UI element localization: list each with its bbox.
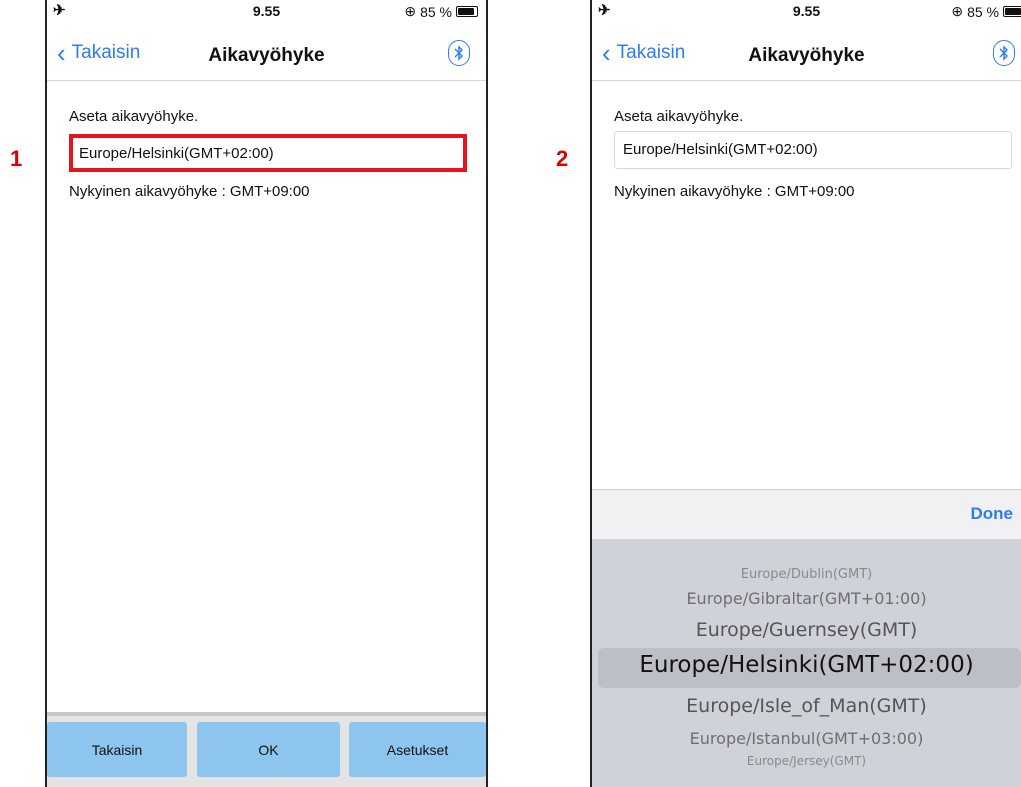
timezone-prompt: Aseta aikavyöhyke. [614,108,744,125]
alarm-icon: ⊕ [951,3,964,19]
phone-screen-1: ✈ 9.55 ⊕ 85 % ‹ Takaisin Aikavyöhyke Ase… [45,0,488,787]
battery-percent: 85 % [420,3,452,20]
timezone-field[interactable]: Europe/Helsinki(GMT+02:00) [69,134,467,172]
timezone-prompt: Aseta aikavyöhyke. [69,108,199,125]
settings-button[interactable]: Asetukset [349,722,486,777]
picker-toolbar: Done [592,489,1021,540]
battery-icon [1003,6,1021,17]
back-button[interactable]: Takaisin [47,722,187,777]
picker-item[interactable]: Europe/Dublin(GMT) [592,567,1021,582]
nav-bar: ‹ Takaisin Aikavyöhyke [592,30,1021,81]
ok-button[interactable]: OK [197,722,340,777]
current-timezone: Nykyinen aikavyöhyke : GMT+09:00 [69,183,310,200]
status-bar: ✈ 9.55 ⊕ 85 % [592,0,1021,22]
timezone-field[interactable]: Europe/Helsinki(GMT+02:00) [614,131,1012,169]
page-title: Aikavyöhyke [208,45,325,66]
page-title: Aikavyöhyke [748,45,865,66]
timezone-picker[interactable]: Europe/Dublin(GMT) Europe/Gibraltar(GMT+… [592,539,1021,787]
nav-bar: ‹ Takaisin Aikavyöhyke [47,30,486,81]
step-label-1: 1 [10,146,23,171]
picker-item[interactable]: Europe/Gibraltar(GMT+01:00) [592,589,1021,608]
picker-item-selected[interactable]: Europe/Helsinki(GMT+02:00) [592,652,1021,678]
step-label-2: 2 [556,146,569,171]
picker-item[interactable]: Europe/Istanbul(GMT+03:00) [592,729,1021,748]
battery-icon [456,6,478,17]
phone-screen-2: ✈ 9.55 ⊕ 85 % ‹ Takaisin Aikavyöhyke Ase… [590,0,1021,787]
bluetooth-icon[interactable] [448,40,470,66]
picker-item[interactable]: Europe/Jersey(GMT) [592,754,1021,768]
bottom-button-bar: Takaisin OK Asetukset [47,712,486,787]
done-button[interactable]: Done [971,504,1014,524]
bluetooth-icon[interactable] [993,40,1015,66]
alarm-icon: ⊕ [404,3,417,19]
status-bar: ✈ 9.55 ⊕ 85 % [47,0,486,22]
picker-item[interactable]: Europe/Isle_of_Man(GMT) [592,695,1021,717]
picker-item[interactable]: Europe/Guernsey(GMT) [592,619,1021,641]
current-timezone: Nykyinen aikavyöhyke : GMT+09:00 [614,183,855,200]
battery-percent: 85 % [967,3,999,20]
